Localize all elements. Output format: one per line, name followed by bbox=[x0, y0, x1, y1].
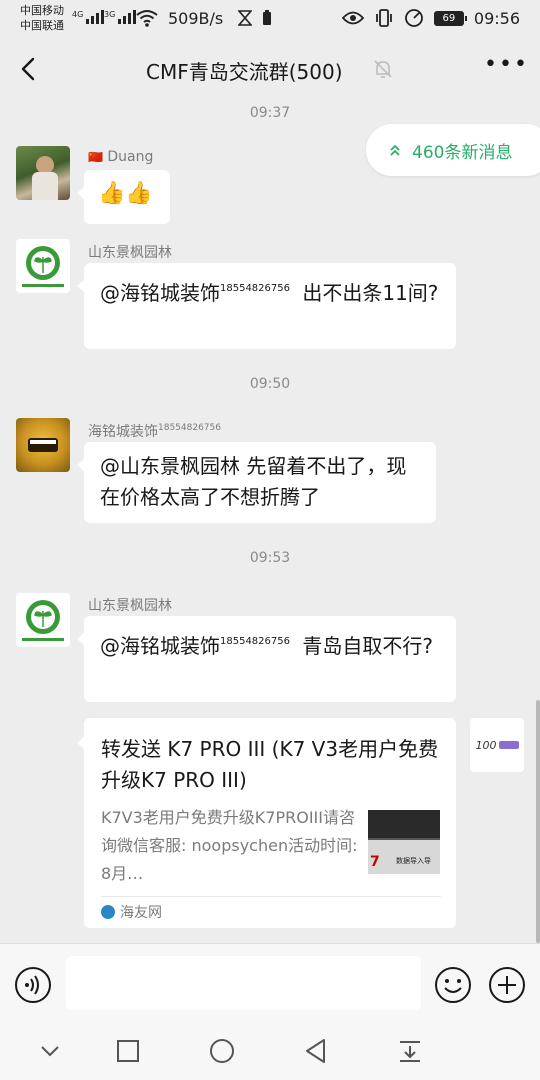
sender-name: 海铭城装饰18554826756 bbox=[88, 423, 221, 440]
card-source: 海友网 bbox=[101, 902, 162, 922]
message-text: 出不出条11间? bbox=[296, 281, 439, 305]
more-icon[interactable]: ••• bbox=[484, 54, 527, 80]
timestamp: 09:53 bbox=[249, 550, 291, 566]
source-logo-icon bbox=[101, 905, 115, 919]
carrier-names: 中国移动 中国联通 bbox=[20, 3, 64, 33]
avatar[interactable] bbox=[16, 593, 70, 647]
card-thumbnail-text: 数据导入导 bbox=[396, 857, 431, 865]
data-saver-icon bbox=[404, 9, 423, 27]
mention[interactable]: @海铭城装饰 bbox=[100, 281, 220, 305]
chevron-down-icon[interactable] bbox=[36, 1037, 64, 1065]
sender-name: 山东景枫园林 bbox=[88, 245, 172, 261]
new-messages-button[interactable]: 460条新消息 bbox=[366, 124, 540, 176]
double-chevron-up-icon bbox=[390, 144, 400, 156]
thumbs-up-emoji: 👍👍 bbox=[98, 181, 153, 206]
status-time: 09:56 bbox=[473, 8, 520, 28]
scrollbar[interactable] bbox=[536, 700, 540, 943]
back-triangle-icon[interactable] bbox=[302, 1037, 330, 1065]
message-bubble[interactable]: 👍👍 bbox=[77, 170, 170, 224]
battery-alert-icon bbox=[263, 10, 271, 25]
message-input[interactable] bbox=[66, 956, 421, 1010]
message-bubble[interactable]: @山东景枫园林 先留着不出了，现在价格太高了不想折腾了 bbox=[77, 442, 436, 523]
emoji-icon[interactable] bbox=[434, 966, 472, 1004]
vibrate-icon bbox=[375, 9, 392, 27]
message-text: @山东景枫园林 先留着不出了，现在价格太高了不想折腾了 bbox=[100, 454, 407, 509]
my-avatar-text: 100 bbox=[475, 738, 497, 752]
hourglass-icon bbox=[238, 10, 252, 26]
sender-number: 18554826756 bbox=[158, 423, 221, 433]
recents-square-icon[interactable] bbox=[114, 1037, 142, 1065]
message-list[interactable]: 09:37 🇨🇳 Duang 👍👍 山东景枫园林 @海铭城装饰185548267… bbox=[0, 100, 540, 943]
status-right: 69 09:56 bbox=[341, 8, 520, 28]
status-bar: 中国移动 中国联通 4G 3G 509B/s 69 09:56 bbox=[0, 0, 540, 38]
system-nav-bar bbox=[0, 1025, 540, 1080]
chat-title: CMF青岛交流群(500) bbox=[146, 60, 343, 84]
mention[interactable]: @海铭城装饰 bbox=[100, 634, 220, 658]
message-bubble[interactable]: @海铭城装饰18554826756 出不出条11间? bbox=[77, 263, 456, 349]
message-text: 青岛自取不行? bbox=[296, 634, 433, 658]
back-arrow-icon[interactable] bbox=[14, 54, 44, 84]
plus-icon[interactable] bbox=[488, 966, 526, 1004]
home-circle-icon[interactable] bbox=[208, 1037, 236, 1065]
sender-name: 山东景枫园林 bbox=[88, 598, 172, 614]
message-bubble[interactable]: @海铭城装饰18554826756 青岛自取不行? bbox=[77, 616, 456, 702]
mention-number: 18554826756 bbox=[220, 636, 290, 647]
avatar[interactable] bbox=[16, 239, 70, 293]
carrier-1: 中国移动 bbox=[20, 4, 64, 17]
mention-number: 18554826756 bbox=[220, 283, 290, 294]
sender-name: 🇨🇳 Duang bbox=[88, 149, 154, 165]
timestamp: 09:37 bbox=[249, 105, 291, 121]
battery-icon: 69 bbox=[433, 10, 467, 26]
wifi-icon bbox=[136, 10, 158, 27]
avatar[interactable] bbox=[16, 146, 70, 200]
carrier-2: 中国联通 bbox=[20, 19, 64, 32]
signal-1-icon: 4G bbox=[72, 10, 105, 24]
card-thumbnail: 7 数据导入导 bbox=[368, 810, 440, 874]
share-card[interactable]: 转发送 K7 PRO III (K7 V3老用户免费升级K7 PRO III) … bbox=[77, 718, 456, 928]
new-messages-label: 460条新消息 bbox=[412, 142, 513, 163]
input-bar bbox=[0, 943, 540, 1025]
card-description: K7V3老用户免费升级K7PROIII请咨询微信客服: noopsychen活动… bbox=[101, 808, 358, 883]
avatar[interactable] bbox=[16, 418, 70, 472]
flag-icon: 🇨🇳 bbox=[88, 150, 103, 164]
timestamp: 09:50 bbox=[249, 376, 291, 392]
card-title: 转发送 K7 PRO III (K7 V3老用户免费升级K7 PRO III) bbox=[101, 737, 439, 792]
net-speed: 509B/s bbox=[168, 9, 224, 28]
mute-bell-icon bbox=[374, 60, 392, 78]
notification-pulldown-icon[interactable] bbox=[396, 1037, 424, 1065]
chat-title-bar: CMF青岛交流群(500) ••• bbox=[0, 38, 540, 100]
card-divider bbox=[101, 896, 441, 897]
eye-icon bbox=[341, 11, 364, 25]
signal-2-icon: 3G bbox=[104, 10, 137, 24]
voice-icon[interactable] bbox=[14, 966, 52, 1004]
my-avatar[interactable]: 100 bbox=[470, 718, 524, 772]
